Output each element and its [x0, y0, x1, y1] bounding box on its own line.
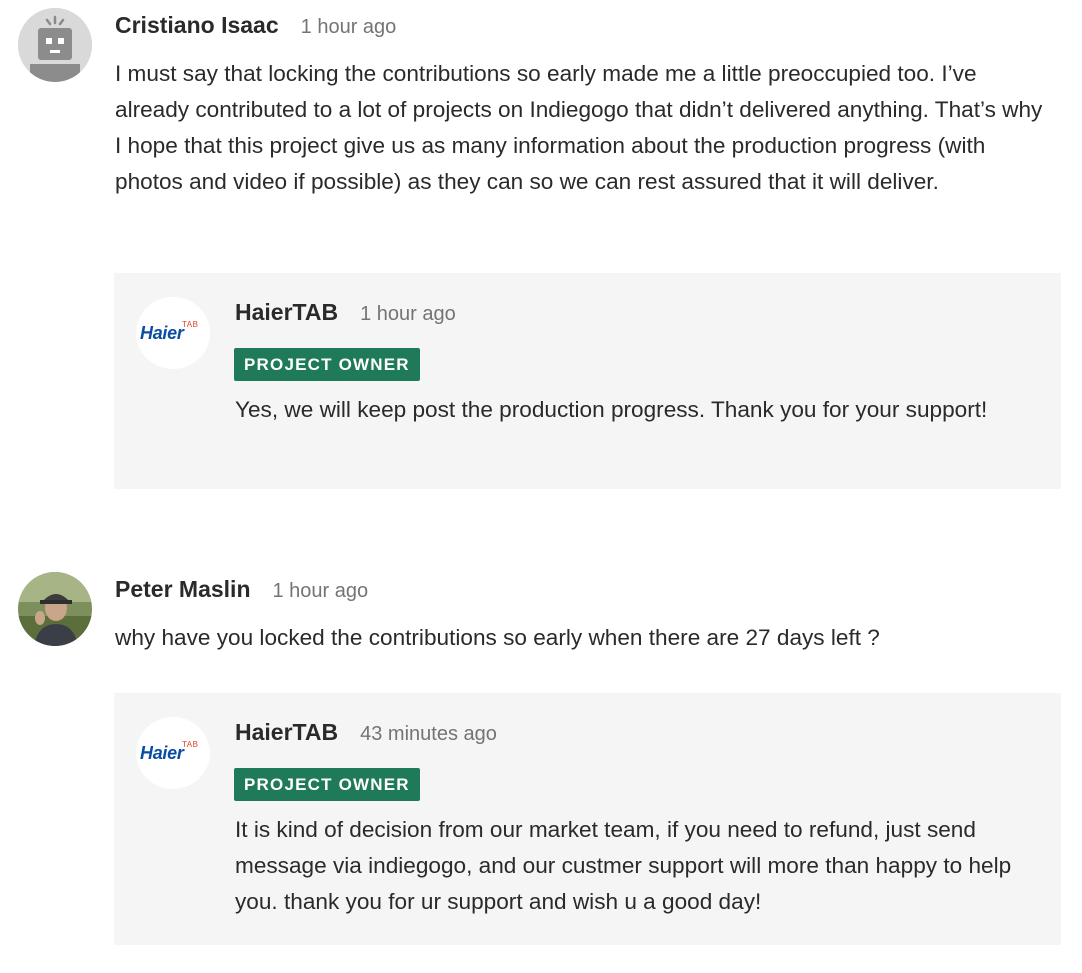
- timestamp: 1 hour ago: [300, 16, 397, 38]
- comment-text: why have you locked the contributions so…: [115, 625, 880, 650]
- author-name[interactable]: Peter Maslin: [115, 576, 251, 603]
- avatar[interactable]: [18, 8, 92, 82]
- haier-logo: Haier TAB: [136, 717, 210, 789]
- logo-main-text: Haier: [140, 323, 184, 343]
- comment-header: Peter Maslin 1 hour ago: [115, 576, 368, 603]
- logo-sub-text: TAB: [182, 320, 199, 329]
- author-name[interactable]: Cristiano Isaac: [115, 12, 279, 39]
- comment-header: Cristiano Isaac 1 hour ago: [115, 12, 396, 39]
- avatar[interactable]: Haier TAB: [136, 297, 210, 369]
- owner-reply: Haier TAB HaierTAB 1 hour ago PROJECT OW…: [114, 273, 1061, 489]
- owner-reply: Haier TAB HaierTAB 43 minutes ago PROJEC…: [114, 693, 1061, 945]
- timestamp: 1 hour ago: [272, 580, 369, 602]
- reply-header: HaierTAB 1 hour ago: [235, 299, 456, 326]
- avatar[interactable]: Haier TAB: [136, 717, 210, 789]
- reply-text: Yes, we will keep post the production pr…: [235, 397, 988, 422]
- avatar[interactable]: [18, 572, 92, 646]
- haier-logo: Haier TAB: [136, 297, 210, 369]
- comment-text: I must say that locking the contribution…: [115, 61, 1043, 194]
- timestamp: 1 hour ago: [360, 303, 456, 325]
- reply-text: It is kind of decision from our market t…: [235, 817, 1012, 914]
- author-name[interactable]: HaierTAB: [235, 299, 338, 326]
- project-owner-badge: PROJECT OWNER: [234, 348, 420, 381]
- default-robot-avatar-icon: [18, 8, 92, 82]
- user-photo-avatar-icon: [18, 572, 92, 646]
- logo-sub-text: TAB: [182, 740, 199, 749]
- logo-main-text: Haier: [140, 743, 184, 763]
- project-owner-badge: PROJECT OWNER: [234, 768, 420, 801]
- timestamp: 43 minutes ago: [360, 723, 497, 745]
- reply-header: HaierTAB 43 minutes ago: [235, 719, 497, 746]
- author-name[interactable]: HaierTAB: [235, 719, 338, 746]
